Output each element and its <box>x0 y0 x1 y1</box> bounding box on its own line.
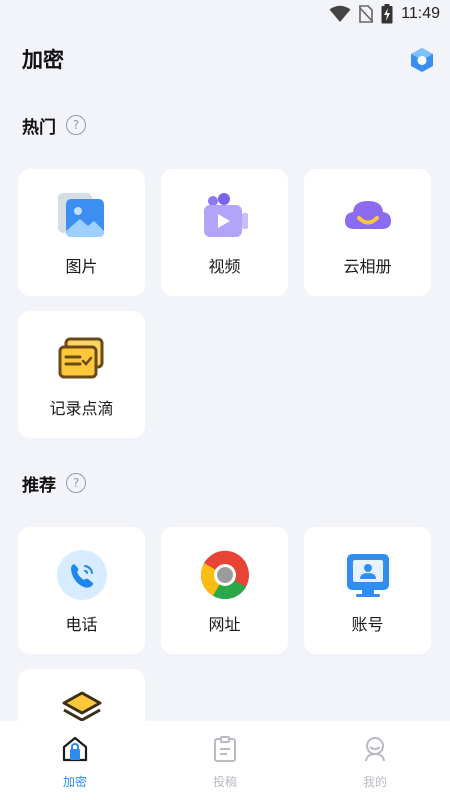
cloud-icon <box>344 201 391 229</box>
help-icon[interactable]: ? <box>66 115 86 135</box>
section-recommend: 推荐 ? <box>22 471 86 496</box>
page-title: 加密 <box>22 48 64 72</box>
card-label: 视频 <box>208 257 241 276</box>
status-time: 11:49 <box>401 5 440 22</box>
card-photos[interactable]: 图片 <box>18 169 145 296</box>
account-icon <box>346 554 389 597</box>
nav-item-submit[interactable]: 投稿 <box>150 721 300 800</box>
card-videos[interactable]: 视频 <box>161 169 288 296</box>
clipboard-icon <box>214 736 236 762</box>
browser-icon <box>200 550 249 600</box>
card-cloud-album[interactable]: 云相册 <box>304 169 431 296</box>
section-title-hot: 热门 <box>22 117 56 138</box>
help-icon[interactable]: ? <box>66 473 86 493</box>
nav-item-profile[interactable]: 我的 <box>300 721 450 800</box>
card-label: 电话 <box>65 615 98 634</box>
card-website[interactable]: 网址 <box>161 527 288 654</box>
bottom-nav: 加密 投稿 我的 <box>0 721 450 800</box>
wifi-icon <box>329 5 351 22</box>
notes-icon <box>58 337 103 379</box>
card-label: 账号 <box>351 615 384 634</box>
card-label: 图片 <box>65 257 98 276</box>
layers-icon <box>62 691 102 721</box>
card-label: 记录点滴 <box>49 399 114 418</box>
card-notes[interactable]: 记录点滴 <box>18 311 145 438</box>
video-icon <box>203 193 248 237</box>
battery-charging-icon <box>381 4 393 24</box>
card-more[interactable] <box>18 669 145 721</box>
card-label: 网址 <box>208 615 241 634</box>
phone-icon <box>56 550 107 600</box>
nav-label: 投稿 <box>212 775 237 789</box>
photo-icon <box>57 193 104 237</box>
card-account[interactable]: 账号 <box>304 527 431 654</box>
nav-label: 加密 <box>62 775 87 789</box>
card-label: 云相册 <box>343 257 392 276</box>
nav-item-encrypt[interactable]: 加密 <box>0 721 150 800</box>
status-bar: 11:49 <box>0 0 450 30</box>
nav-label: 我的 <box>362 775 387 789</box>
profile-icon <box>365 737 385 762</box>
app-header: 加密 <box>22 44 436 76</box>
no-sim-icon <box>359 5 374 23</box>
section-title-recommend: 推荐 <box>22 475 56 496</box>
cube-logo-icon[interactable] <box>408 46 436 74</box>
card-phone[interactable]: 电话 <box>18 527 145 654</box>
section-hot: 热门 ? <box>22 113 86 138</box>
home-lock-icon <box>62 736 88 762</box>
